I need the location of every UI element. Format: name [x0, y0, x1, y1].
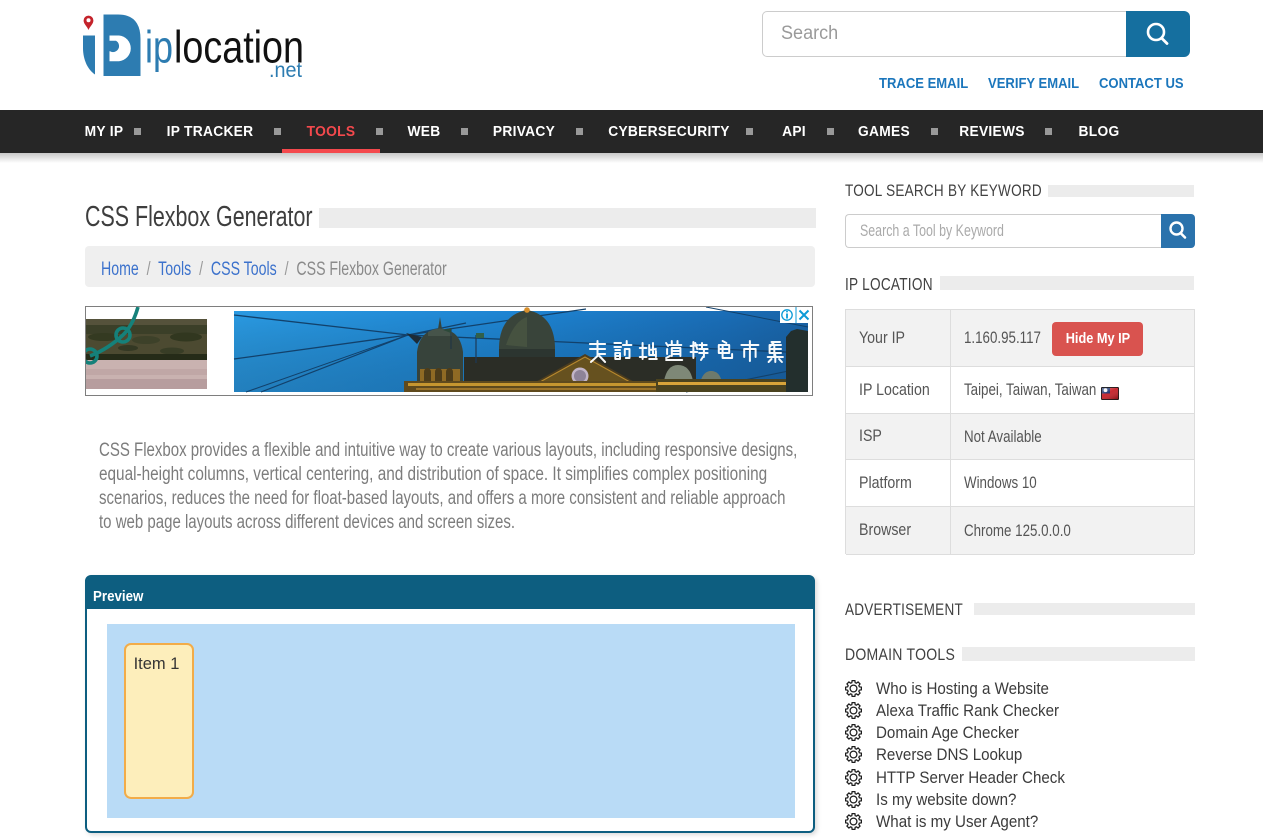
- svg-text:ip: ip: [145, 22, 173, 73]
- svg-text:.net: .net: [269, 59, 302, 80]
